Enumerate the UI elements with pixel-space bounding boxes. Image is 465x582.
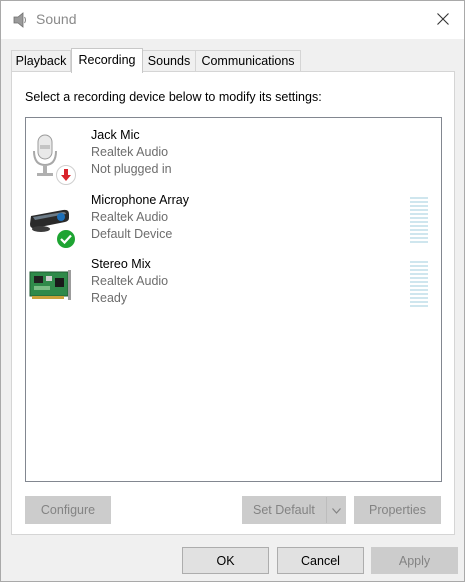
tab-recording[interactable]: Recording bbox=[71, 48, 143, 73]
device-info: Stereo Mix Realtek Audio Ready bbox=[91, 256, 168, 307]
window-title: Sound bbox=[36, 11, 77, 27]
tab-sounds[interactable]: Sounds bbox=[142, 50, 196, 72]
list-item-microphone-array[interactable]: Microphone Array Realtek Audio Default D… bbox=[28, 192, 439, 252]
tab-communications[interactable]: Communications bbox=[195, 50, 301, 72]
device-name: Stereo Mix bbox=[91, 257, 151, 271]
cancel-button[interactable]: Cancel bbox=[277, 547, 364, 574]
close-icon bbox=[437, 12, 449, 28]
properties-button[interactable]: Properties bbox=[354, 496, 441, 524]
set-default-split-button[interactable]: Set Default bbox=[242, 496, 346, 524]
configure-button[interactable]: Configure bbox=[25, 496, 111, 524]
set-default-label: Set Default bbox=[253, 503, 315, 517]
level-meter bbox=[410, 197, 428, 247]
sound-dialog: Sound Playback Recording Sounds Communic… bbox=[0, 0, 465, 582]
default-check-icon bbox=[56, 229, 76, 249]
device-info: Jack Mic Realtek Audio Not plugged in bbox=[91, 127, 172, 178]
device-info: Microphone Array Realtek Audio Default D… bbox=[91, 192, 189, 243]
speaker-icon bbox=[12, 11, 28, 29]
device-status: Not plugged in bbox=[91, 162, 172, 176]
tab-playback[interactable]: Playback bbox=[11, 50, 71, 72]
sound-card-icon bbox=[28, 260, 80, 312]
set-default-dropdown[interactable] bbox=[326, 497, 346, 523]
list-item-jack-mic[interactable]: Jack Mic Realtek Audio Not plugged in bbox=[28, 127, 439, 187]
instruction-text: Select a recording device below to modif… bbox=[25, 90, 322, 104]
device-driver: Realtek Audio bbox=[91, 145, 169, 159]
chevron-down-icon bbox=[332, 497, 341, 523]
device-status: Default Device bbox=[91, 227, 173, 241]
device-name: Jack Mic bbox=[91, 128, 140, 142]
list-item-stereo-mix[interactable]: Stereo Mix Realtek Audio Ready bbox=[28, 256, 439, 316]
title-bar: Sound bbox=[1, 1, 464, 39]
device-name: Microphone Array bbox=[91, 193, 189, 207]
recording-panel: Select a recording device below to modif… bbox=[11, 71, 455, 535]
device-driver: Realtek Audio bbox=[91, 210, 169, 224]
device-driver: Realtek Audio bbox=[91, 274, 169, 288]
device-list[interactable]: Jack Mic Realtek Audio Not plugged in Mi… bbox=[25, 117, 442, 482]
level-meter bbox=[410, 261, 428, 311]
close-button[interactable] bbox=[425, 3, 461, 37]
device-status: Ready bbox=[91, 291, 128, 305]
unplugged-arrow-icon bbox=[56, 165, 76, 185]
apply-button[interactable]: Apply bbox=[371, 547, 458, 574]
ok-button[interactable]: OK bbox=[182, 547, 269, 574]
